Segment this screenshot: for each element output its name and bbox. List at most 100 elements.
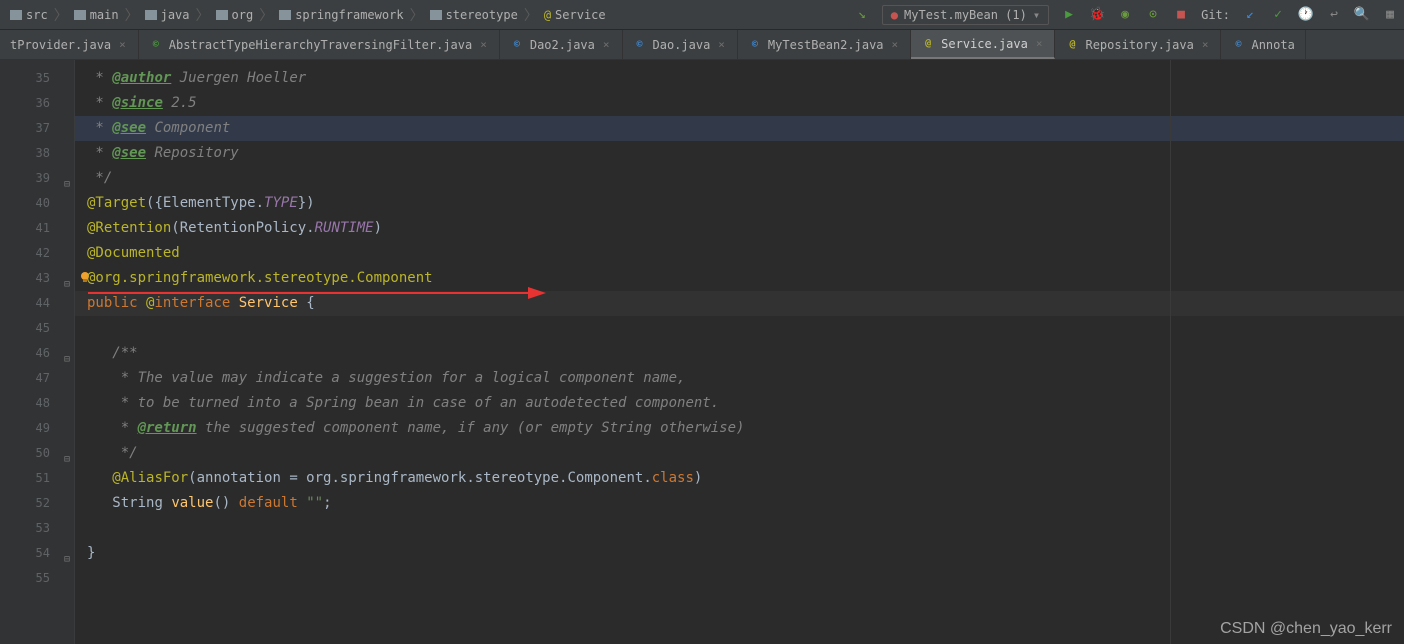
code-line: [87, 516, 1404, 541]
code-line: * to be turned into a Spring bean in cas…: [87, 391, 1404, 416]
git-history-icon[interactable]: 🕐: [1298, 7, 1314, 23]
code-line: [87, 566, 1404, 591]
code-line: @Retention(RetentionPolicy.RUNTIME): [87, 216, 1404, 241]
close-icon[interactable]: ×: [601, 38, 612, 51]
fold-icon[interactable]: ⊟: [60, 272, 70, 282]
close-icon[interactable]: ×: [1034, 37, 1045, 50]
chevron-right-icon: 〉: [524, 5, 538, 25]
line-number: 53: [0, 516, 74, 541]
line-number: 43⊟: [0, 266, 74, 291]
chevron-down-icon: ▾: [1033, 8, 1040, 22]
run-icon[interactable]: ▶: [1061, 7, 1077, 23]
line-number: 38: [0, 141, 74, 166]
code-line: * @see Repository: [87, 141, 1404, 166]
tab-dao[interactable]: ©Dao.java×: [623, 30, 738, 59]
class-icon: ©: [149, 38, 163, 52]
gutter[interactable]: 35 36 37 38 39⊟ 40 41 42 43⊟ 44 45 46⊟ 4…: [0, 60, 75, 644]
line-number: 45: [0, 316, 74, 341]
chevron-right-icon: 〉: [410, 5, 424, 25]
run-config-selector[interactable]: ● MyTest.myBean (1) ▾: [882, 5, 1049, 25]
line-number: 55: [0, 566, 74, 591]
code-line: }: [87, 541, 1404, 566]
breadcrumb-item-org[interactable]: org: [212, 6, 258, 24]
code-line: * The value may indicate a suggestion fo…: [87, 366, 1404, 391]
code-line: @Documented: [87, 241, 1404, 266]
code-line: * @author Juergen Hoeller: [87, 66, 1404, 91]
line-number: 46⊟: [0, 341, 74, 366]
code-line: */: [87, 166, 1404, 191]
fold-icon[interactable]: ⊟: [60, 172, 70, 182]
build-hammer-icon[interactable]: ↘: [854, 7, 870, 23]
line-number: 41: [0, 216, 74, 241]
code-line: @Target({ElementType.TYPE}): [87, 191, 1404, 216]
breadcrumb-item-src[interactable]: src: [6, 6, 52, 24]
class-icon: ©: [510, 38, 524, 52]
coverage-icon[interactable]: ◉: [1117, 7, 1133, 23]
folder-icon: [430, 10, 442, 20]
line-number: 42: [0, 241, 74, 266]
close-icon[interactable]: ×: [890, 38, 901, 51]
tab-service[interactable]: @Service.java×: [911, 30, 1055, 59]
code-line: [87, 316, 1404, 341]
line-number: 40: [0, 191, 74, 216]
line-number: 51: [0, 466, 74, 491]
chevron-right-icon: 〉: [125, 5, 139, 25]
line-number: 54⊟: [0, 541, 74, 566]
folder-icon: [74, 10, 86, 20]
line-number: 35: [0, 66, 74, 91]
line-number: 48: [0, 391, 74, 416]
fold-icon[interactable]: ⊟: [60, 347, 70, 357]
folder-icon: [10, 10, 22, 20]
debug-icon[interactable]: 🐞: [1089, 7, 1105, 23]
code-line: /**: [87, 341, 1404, 366]
close-icon[interactable]: ×: [117, 38, 128, 51]
fold-icon[interactable]: ⊟: [60, 547, 70, 557]
code-line: * @return the suggested component name, …: [87, 416, 1404, 441]
git-commit-icon[interactable]: ✓: [1270, 7, 1286, 23]
tab-abstracttypehierarchy[interactable]: ©AbstractTypeHierarchyTraversingFilter.j…: [139, 30, 500, 59]
tab-mytestbean2[interactable]: ©MyTestBean2.java×: [738, 30, 911, 59]
close-icon[interactable]: ×: [1200, 38, 1211, 51]
search-icon[interactable]: 🔍: [1354, 7, 1370, 23]
chevron-right-icon: 〉: [54, 5, 68, 25]
close-icon[interactable]: ×: [478, 38, 489, 51]
tab-tprovider[interactable]: tProvider.java×: [0, 30, 139, 59]
settings-icon[interactable]: ▦: [1382, 7, 1398, 23]
class-icon: ©: [748, 38, 762, 52]
breadcrumb-item-springframework[interactable]: springframework: [275, 6, 407, 24]
breadcrumb-item-stereotype[interactable]: stereotype: [426, 6, 522, 24]
code-line: * @since 2.5: [87, 91, 1404, 116]
git-revert-icon[interactable]: ↩: [1326, 7, 1342, 23]
line-number: 39⊟: [0, 166, 74, 191]
git-label: Git:: [1201, 8, 1230, 22]
git-update-icon[interactable]: ↙: [1242, 7, 1258, 23]
tab-annota[interactable]: ©Annota: [1221, 30, 1305, 59]
breadcrumb: src 〉 main 〉 java 〉 org 〉 springframewor…: [6, 5, 854, 25]
breadcrumb-item-service[interactable]: @Service: [540, 6, 610, 24]
stop-icon[interactable]: ■: [1173, 7, 1189, 23]
breadcrumb-item-main[interactable]: main: [70, 6, 123, 24]
code-line: @AliasFor(annotation = org.springframewo…: [87, 466, 1404, 491]
profiler-icon[interactable]: ⊙: [1145, 7, 1161, 23]
toolbar: src 〉 main 〉 java 〉 org 〉 springframewor…: [0, 0, 1404, 30]
line-number: 52: [0, 491, 74, 516]
editor-tabs: tProvider.java× ©AbstractTypeHierarchyTr…: [0, 30, 1404, 60]
code-line: String value() default "";: [87, 491, 1404, 516]
folder-icon: [279, 10, 291, 20]
code-line: */: [87, 441, 1404, 466]
code-area[interactable]: * @author Juergen Hoeller * @since 2.5 *…: [75, 60, 1404, 644]
tab-repository[interactable]: @Repository.java×: [1055, 30, 1221, 59]
editor: 35 36 37 38 39⊟ 40 41 42 43⊟ 44 45 46⊟ 4…: [0, 60, 1404, 644]
close-icon[interactable]: ×: [716, 38, 727, 51]
annotation-arrow-icon: [88, 281, 548, 301]
breadcrumb-item-java[interactable]: java: [141, 6, 194, 24]
class-icon: ©: [633, 38, 647, 52]
right-margin-guide: [1170, 60, 1171, 644]
tab-dao2[interactable]: ©Dao2.java×: [500, 30, 623, 59]
line-number: 37: [0, 116, 74, 141]
watermark: CSDN @chen_yao_kerr: [1220, 620, 1392, 638]
fold-icon[interactable]: ⊟: [60, 447, 70, 457]
toolbar-actions: ↘ ● MyTest.myBean (1) ▾ ▶ 🐞 ◉ ⊙ ■ Git: ↙…: [854, 5, 1398, 25]
class-icon: ©: [1231, 38, 1245, 52]
chevron-right-icon: 〉: [259, 5, 273, 25]
